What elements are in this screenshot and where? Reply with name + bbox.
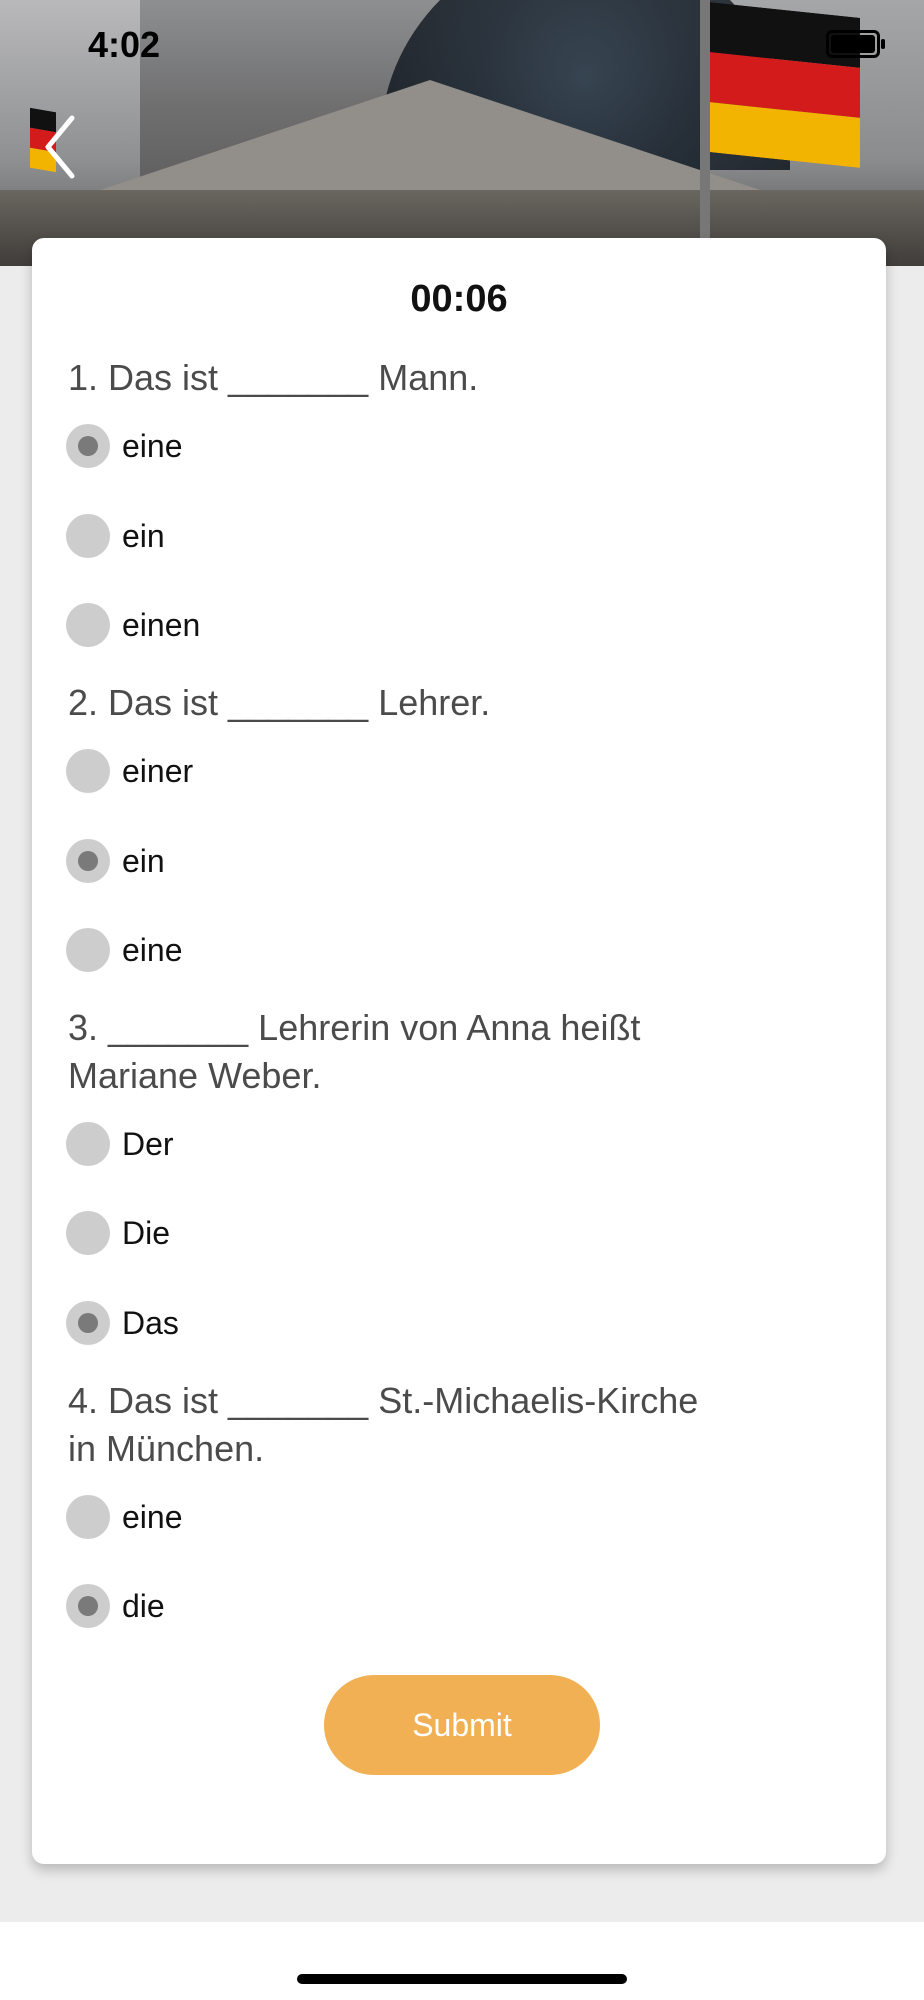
radio-button[interactable]: [66, 1495, 110, 1539]
option-q2-eine[interactable]: eine: [66, 928, 183, 972]
option-label: eine: [122, 1498, 183, 1535]
option-q1-ein[interactable]: ein: [66, 514, 165, 558]
question-4-line-1: 4. Das ist _______ St.-Michaelis-Kirche: [68, 1380, 699, 1421]
radio-button[interactable]: [66, 928, 110, 972]
option-q3-das[interactable]: Das: [66, 1301, 179, 1345]
option-q4-eine[interactable]: eine: [66, 1495, 183, 1539]
question-3: 3. _______ Lehrerin von Anna heißt Maria…: [68, 1004, 640, 1100]
option-q3-der[interactable]: Der: [66, 1122, 174, 1166]
home-indicator[interactable]: [297, 1974, 627, 1984]
radio-button[interactable]: [66, 1211, 110, 1255]
bottom-bar: [0, 1922, 924, 2000]
option-label: ein: [122, 517, 165, 554]
option-label: die: [122, 1587, 165, 1624]
question-1: 1. Das ist _______ Mann.: [68, 357, 479, 398]
option-label: einer: [122, 752, 194, 789]
option-label: eine: [122, 931, 183, 968]
option-q4-die[interactable]: die: [66, 1584, 165, 1628]
radio-button[interactable]: [66, 1584, 110, 1628]
question-4: 4. Das ist _______ St.-Michaelis-Kirche …: [68, 1377, 698, 1473]
option-label: Das: [122, 1304, 179, 1341]
radio-button[interactable]: [66, 603, 110, 647]
option-label: einen: [122, 606, 201, 643]
option-q1-eine[interactable]: eine: [66, 424, 183, 468]
chevron-left-icon: [45, 115, 75, 179]
question-2: 2. Das ist _______ Lehrer.: [68, 682, 491, 723]
radio-button[interactable]: [66, 1122, 110, 1166]
radio-button[interactable]: [66, 424, 110, 468]
question-3-line-2: Mariane Weber.: [68, 1055, 322, 1096]
option-label: ein: [122, 842, 165, 879]
flag-pole: [700, 0, 710, 240]
question-3-line-1: 3. _______ Lehrerin von Anna heißt: [68, 1007, 641, 1048]
radio-button[interactable]: [66, 839, 110, 883]
option-q1-einen[interactable]: einen: [66, 603, 200, 647]
option-label: Die: [122, 1214, 171, 1251]
german-flag-icon: [710, 2, 860, 168]
quiz-card: 00:06 1. Das ist _______ Mann. eine ein …: [32, 238, 886, 1864]
radio-button[interactable]: [66, 1301, 110, 1345]
option-q2-ein[interactable]: ein: [66, 839, 165, 883]
option-q2-einer[interactable]: einer: [66, 749, 193, 793]
radio-button[interactable]: [66, 749, 110, 793]
battery-icon: [826, 30, 885, 58]
status-time: 4:02: [88, 24, 161, 65]
status-icons: [826, 30, 885, 58]
option-q3-die[interactable]: Die: [66, 1211, 170, 1255]
back-button[interactable]: [38, 112, 86, 182]
submit-button[interactable]: Submit: [324, 1675, 600, 1775]
question-4-line-2: in München.: [68, 1428, 265, 1469]
quiz-timer: 00:06: [410, 278, 508, 320]
option-label: eine: [122, 427, 183, 464]
option-label: Der: [122, 1125, 174, 1162]
radio-button[interactable]: [66, 514, 110, 558]
